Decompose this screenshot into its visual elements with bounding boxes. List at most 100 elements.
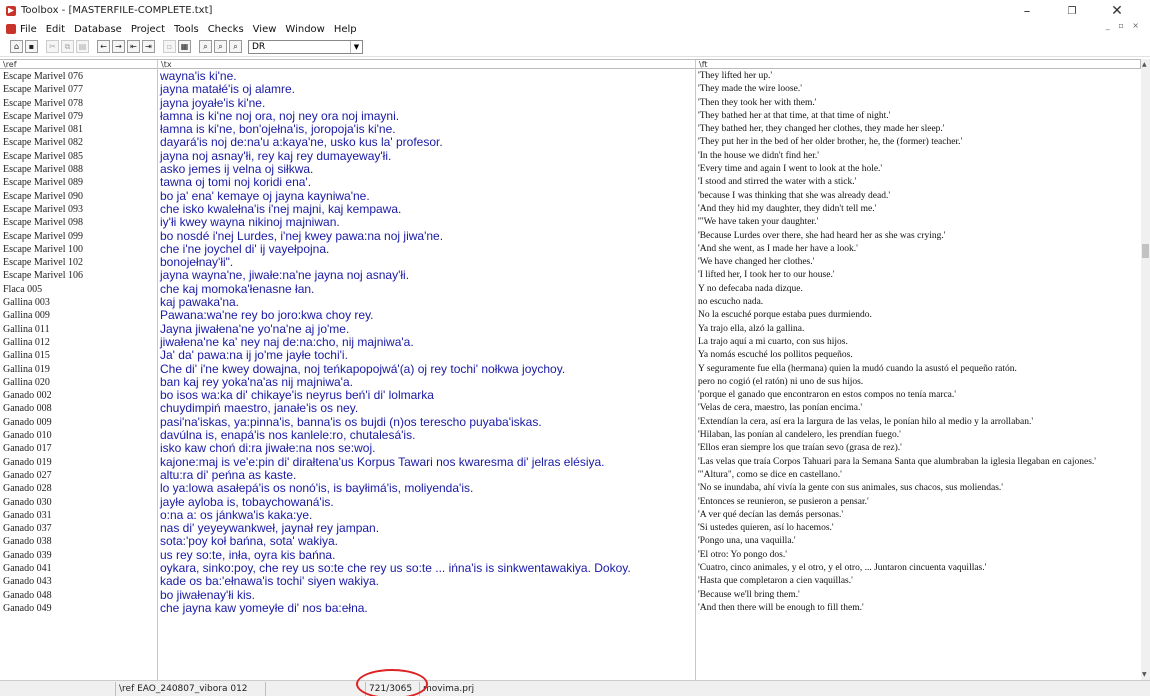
ft-cell[interactable]: Ya trajo ella, alzó la gallina. bbox=[696, 323, 1141, 336]
ref-cell[interactable]: Ganado 048 bbox=[0, 589, 155, 602]
ft-cell[interactable]: '"Altura", como se dice en castellano.' bbox=[696, 469, 1141, 482]
ft-cell[interactable]: 'I stood and stirred the water with a st… bbox=[696, 176, 1141, 189]
scroll-up-icon[interactable]: ▲ bbox=[1142, 61, 1147, 68]
ref-cell[interactable]: Escape Marivel 085 bbox=[0, 150, 155, 163]
ref-cell[interactable]: Ganado 038 bbox=[0, 535, 155, 548]
next-record-icon[interactable]: → bbox=[112, 40, 125, 53]
ref-cell[interactable]: Gallina 003 bbox=[0, 296, 155, 309]
ref-cell[interactable]: Ganado 041 bbox=[0, 562, 155, 575]
ref-cell[interactable]: Escape Marivel 079 bbox=[0, 110, 155, 123]
tx-cell[interactable]: davúlna is, enapá'is nos kanlele:ro, chu… bbox=[158, 429, 694, 442]
ft-cell[interactable]: 'They put her in the bed of her older br… bbox=[696, 136, 1141, 149]
copy-icon[interactable]: ⧉ bbox=[61, 40, 74, 53]
scrollbar-thumb[interactable] bbox=[1142, 244, 1149, 258]
tx-cell[interactable]: dayará'is noj de:na'u a:kaya'ne, usko ku… bbox=[158, 136, 694, 149]
ft-cell[interactable]: 'porque el ganado que encontraron en est… bbox=[696, 389, 1141, 402]
tx-cell[interactable]: kade os ba:'ełnawa'is tochi' siyen wakiy… bbox=[158, 575, 694, 588]
ft-cell[interactable]: 'They lifted her up.' bbox=[696, 70, 1141, 83]
tx-cell[interactable]: asko jemes ij velna oj siłkwa. bbox=[158, 163, 694, 176]
menu-file[interactable]: File bbox=[20, 24, 37, 35]
ref-cell[interactable]: Escape Marivel 078 bbox=[0, 97, 155, 110]
menu-window[interactable]: Window bbox=[285, 24, 324, 35]
paste-icon[interactable]: ▤ bbox=[76, 40, 89, 53]
last-record-icon[interactable]: ⇥ bbox=[142, 40, 155, 53]
ref-cell[interactable]: Ganado 049 bbox=[0, 602, 155, 615]
ref-cell[interactable]: Gallina 009 bbox=[0, 309, 155, 322]
ref-cell[interactable]: Ganado 008 bbox=[0, 402, 155, 415]
ft-cell[interactable]: 'Las velas que traía Corpos Tahuari para… bbox=[696, 456, 1141, 469]
ft-cell[interactable]: 'They bathed her, they changed her cloth… bbox=[696, 123, 1141, 136]
find-next-icon[interactable]: ⌕ bbox=[214, 40, 227, 53]
ft-cell[interactable]: 'Because we'll bring them.' bbox=[696, 589, 1141, 602]
column-header-ft[interactable]: \ft bbox=[696, 60, 1141, 69]
ref-cell[interactable]: Escape Marivel 102 bbox=[0, 256, 155, 269]
tx-cell[interactable]: Pawana:wa'ne rey bo joro:kwa choy rey. bbox=[158, 309, 694, 322]
ref-cell[interactable]: Ganado 009 bbox=[0, 416, 155, 429]
ref-cell[interactable]: Gallina 011 bbox=[0, 323, 155, 336]
ref-cell[interactable]: Gallina 019 bbox=[0, 363, 155, 376]
menu-edit[interactable]: Edit bbox=[46, 24, 65, 35]
tx-cell[interactable]: łamna is ki'ne, bon'ojełna'is, joropoja'… bbox=[158, 123, 694, 136]
tx-cell[interactable]: bonojełnay'łi". bbox=[158, 256, 694, 269]
tx-cell[interactable]: nas di' yeyeywankweł, jaynał rey jampan. bbox=[158, 522, 694, 535]
ft-cell[interactable]: 'Ellos eran siempre los que traían sevo … bbox=[696, 442, 1141, 455]
document-icon[interactable] bbox=[6, 24, 16, 34]
save-icon[interactable]: ▪ bbox=[25, 40, 38, 53]
vertical-scrollbar[interactable]: ▲ ▼ bbox=[1141, 59, 1150, 680]
ft-cell[interactable]: 'No se inundaba, ahí vivía la gente con … bbox=[696, 482, 1141, 495]
scroll-down-icon[interactable]: ▼ bbox=[1142, 671, 1147, 678]
tx-cell[interactable]: che jayna kaw yomeyłe di' nos ba:ełna. bbox=[158, 602, 694, 615]
ft-cell[interactable]: 'Hasta que completaron a cien vaquillas.… bbox=[696, 575, 1141, 588]
tx-cell[interactable]: altu:ra di' peńna as kaste. bbox=[158, 469, 694, 482]
ref-cell[interactable]: Ganado 028 bbox=[0, 482, 155, 495]
ref-cell[interactable]: Escape Marivel 089 bbox=[0, 176, 155, 189]
ft-cell[interactable]: 'Pongo una, una vaquilla.' bbox=[696, 535, 1141, 548]
tx-cell[interactable]: tawna oj tomi noj koridi ena'. bbox=[158, 176, 694, 189]
ft-cell[interactable]: no escucho nada. bbox=[696, 296, 1141, 309]
ft-cell[interactable]: No la escuché porque estaba pues durmien… bbox=[696, 309, 1141, 322]
tx-cell[interactable]: lo ya:lowa asałepá'is os nonó'is, is bay… bbox=[158, 482, 694, 495]
ft-cell[interactable]: 'El otro: Yo pongo dos.' bbox=[696, 549, 1141, 562]
ref-cell[interactable]: Escape Marivel 081 bbox=[0, 123, 155, 136]
menu-checks[interactable]: Checks bbox=[208, 24, 244, 35]
tx-cell[interactable]: isko kaw choń di:ra jiwałe:na nos se:woj… bbox=[158, 442, 694, 455]
ref-cell[interactable]: Escape Marivel 106 bbox=[0, 269, 155, 282]
tx-cell[interactable]: jayna noj asnay'łi, rey kaj rey dumayewa… bbox=[158, 150, 694, 163]
ref-cell[interactable]: Escape Marivel 098 bbox=[0, 216, 155, 229]
tx-cell[interactable]: kajone:maj is ve'e:pin di' dirałtena'us … bbox=[158, 456, 694, 469]
ref-cell[interactable]: Escape Marivel 093 bbox=[0, 203, 155, 216]
ref-cell[interactable]: Ganado 030 bbox=[0, 496, 155, 509]
ft-cell[interactable]: 'Every time and again I went to look at … bbox=[696, 163, 1141, 176]
tx-cell[interactable]: łamna is ki'ne noj ora, noj ney ora noj … bbox=[158, 110, 694, 123]
ref-cell[interactable]: Ganado 010 bbox=[0, 429, 155, 442]
ref-cell[interactable]: Ganado 037 bbox=[0, 522, 155, 535]
tx-cell[interactable]: o:na a: os jánkwa'is kaka:ye. bbox=[158, 509, 694, 522]
ft-cell[interactable]: Ya nomás escuché los pollitos pequeños. bbox=[696, 349, 1141, 362]
mdi-window-controls[interactable]: _ ▫ × bbox=[1106, 21, 1142, 30]
ref-cell[interactable]: Escape Marivel 100 bbox=[0, 243, 155, 256]
ft-cell[interactable]: '"We have taken your daughter.' bbox=[696, 216, 1141, 229]
ft-cell[interactable]: 'We have changed her clothes.' bbox=[696, 256, 1141, 269]
maximize-button[interactable]: ❐ bbox=[1055, 2, 1089, 20]
column-header-ref[interactable]: \ref bbox=[0, 60, 158, 69]
first-record-icon[interactable]: ⇤ bbox=[127, 40, 140, 53]
ref-cell[interactable]: Ganado 043 bbox=[0, 575, 155, 588]
ft-cell[interactable]: 'A ver qué decían las demás personas.' bbox=[696, 509, 1141, 522]
tx-cell[interactable]: us rey so:te, inła, oyra kis bańna. bbox=[158, 549, 694, 562]
tx-cell[interactable]: pasi'na'iskas, ya:pinna'is, banna'is os … bbox=[158, 416, 694, 429]
ft-cell[interactable]: 'And then there will be enough to fill t… bbox=[696, 602, 1141, 615]
ft-cell[interactable]: Y no defecaba nada dizque. bbox=[696, 283, 1141, 296]
record-view-icon[interactable]: ▫ bbox=[163, 40, 176, 53]
ref-cell[interactable]: Escape Marivel 099 bbox=[0, 230, 155, 243]
tx-cell[interactable]: kaj pawaka'na. bbox=[158, 296, 694, 309]
menu-project[interactable]: Project bbox=[131, 24, 165, 35]
ft-cell[interactable]: 'Because Lurdes over there, she had hear… bbox=[696, 230, 1141, 243]
ft-cell[interactable]: 'They made the wire loose.' bbox=[696, 83, 1141, 96]
ft-cell[interactable]: 'And they hid my daughter, they didn't t… bbox=[696, 203, 1141, 216]
ft-cell[interactable]: 'Extendían la cera, así era la largura d… bbox=[696, 416, 1141, 429]
tx-cell[interactable]: wayna'is ki'ne. bbox=[158, 70, 694, 83]
menu-view[interactable]: View bbox=[253, 24, 277, 35]
tx-cell[interactable]: ban kaj rey yoka'na'as nij majniwa'a. bbox=[158, 376, 694, 389]
ft-cell[interactable]: 'Hilaban, las ponían al candelero, les p… bbox=[696, 429, 1141, 442]
ref-cell[interactable]: Ganado 019 bbox=[0, 456, 155, 469]
